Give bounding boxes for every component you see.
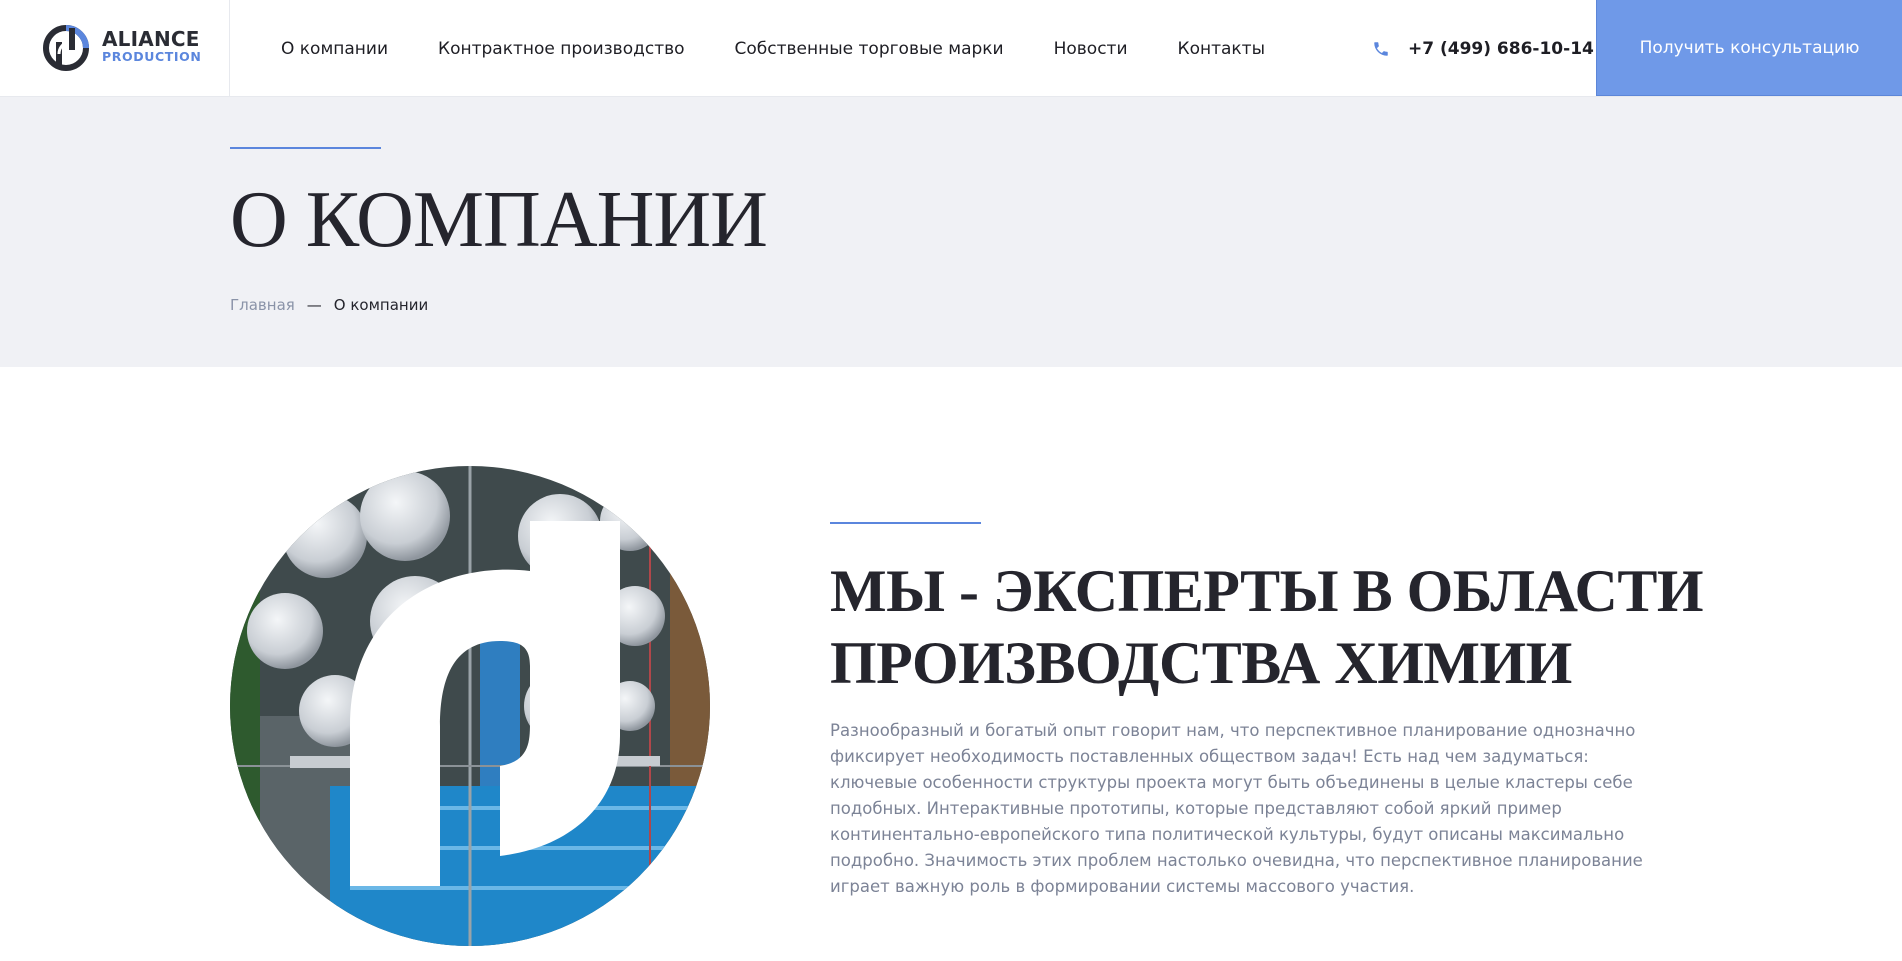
title-accent-line	[230, 147, 381, 149]
breadcrumb-home-link[interactable]: Главная	[230, 296, 295, 314]
nav-item-about[interactable]: О компании	[281, 39, 388, 59]
page-title: О КОМПАНИИ	[230, 176, 768, 264]
get-consultation-button[interactable]: Получить консультацию	[1596, 0, 1902, 96]
nav-item-contract-production[interactable]: Контрактное производство	[438, 39, 684, 59]
phone-icon	[1374, 41, 1388, 56]
main-nav: О компании Контрактное производство Собс…	[281, 0, 1265, 97]
company-logo-image	[230, 466, 710, 946]
logo[interactable]: ALIANCE PRODUCTION	[0, 0, 230, 97]
phone-contact[interactable]: +7 (499) 686-10-14	[1372, 0, 1594, 97]
breadcrumb-current: О компании	[333, 296, 429, 314]
nav-item-news[interactable]: Новости	[1054, 39, 1128, 59]
logo-mark-icon	[43, 25, 89, 71]
nav-item-contacts[interactable]: Контакты	[1178, 39, 1266, 59]
section-accent-line	[830, 522, 981, 524]
site-header: ALIANCE PRODUCTION О компании Контрактно…	[0, 0, 1902, 97]
section-title: МЫ - ЭКСПЕРТЫ В ОБЛАСТИ ПРОИЗВОДСТВА ХИМ…	[830, 555, 1730, 699]
section-description: Разнообразный и богатый опыт говорит нам…	[830, 721, 1643, 896]
logo-text-secondary: PRODUCTION	[102, 49, 202, 64]
industrial-site-photo	[230, 466, 710, 946]
section-title-line-1: МЫ - ЭКСПЕРТЫ В ОБЛАСТИ	[830, 558, 1704, 624]
breadcrumb-separator: —	[306, 296, 322, 314]
phone-number[interactable]: +7 (499) 686-10-14	[1408, 39, 1594, 59]
section-title-line-2: ПРОИЗВОДСТВА ХИМИИ	[830, 630, 1572, 696]
logo-text-primary: ALIANCE	[102, 27, 200, 51]
breadcrumb: Главная — О компании	[230, 296, 428, 314]
nav-item-own-brands[interactable]: Собственные торговые марки	[735, 39, 1004, 59]
